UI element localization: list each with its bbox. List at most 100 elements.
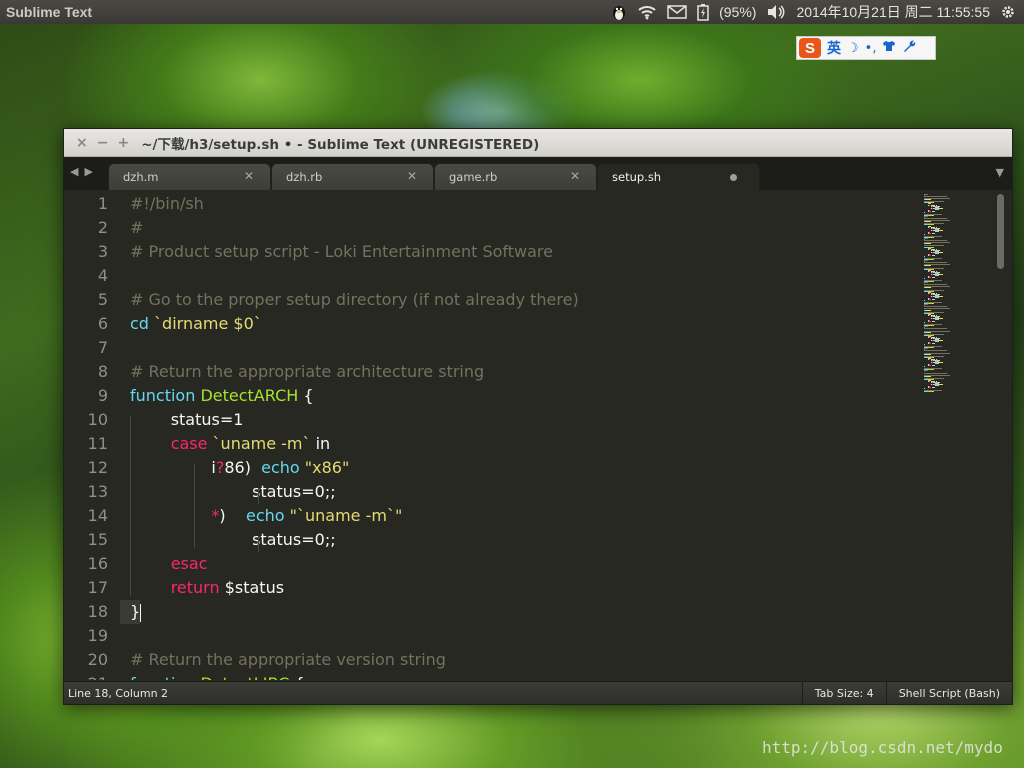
code-line[interactable]: # Return the appropriate architecture st… — [130, 360, 484, 384]
tab-setup-sh[interactable]: setup.sh — [597, 163, 760, 190]
line-number[interactable]: 1 — [64, 192, 108, 216]
window-titlebar[interactable]: × − + ~/下载/h3/setup.sh • - Sublime Text … — [64, 129, 1012, 157]
minimap-stroke — [930, 199, 932, 201]
tab-label: setup.sh — [612, 170, 662, 184]
code-line[interactable]: case `uname -m` in — [130, 432, 331, 456]
status-bar: Line 18, Column 2 Tab Size: 4 Shell Scri… — [64, 681, 1012, 704]
line-number-gutter[interactable]: 123456789101112131415161718192021 — [64, 190, 120, 680]
minimap-stroke — [933, 246, 934, 248]
volume-icon[interactable] — [766, 4, 786, 20]
code-line[interactable]: # Product setup script - Loki Entertainm… — [130, 240, 553, 264]
minimize-window-button[interactable]: − — [97, 135, 109, 151]
code-editor[interactable]: 123456789101112131415161718192021 #!/bin… — [64, 190, 1012, 680]
sogou-logo-icon[interactable]: S — [799, 38, 821, 58]
line-number[interactable]: 10 — [64, 408, 108, 432]
ime-language-toggle[interactable]: 英 — [827, 38, 841, 58]
tab-close-icon[interactable]: ✕ — [244, 169, 254, 183]
code-token: i — [130, 458, 216, 477]
line-number[interactable]: 8 — [64, 360, 108, 384]
minimap-stroke — [931, 299, 935, 300]
minimap-stroke — [934, 296, 940, 298]
line-number[interactable]: 17 — [64, 576, 108, 600]
line-number[interactable]: 16 — [64, 552, 108, 576]
line-number[interactable]: 13 — [64, 480, 108, 504]
close-window-button[interactable]: × — [76, 135, 88, 151]
shirt-icon[interactable] — [882, 40, 896, 56]
wifi-icon[interactable] — [637, 4, 657, 20]
line-number[interactable]: 11 — [64, 432, 108, 456]
tab-scroll-left-icon[interactable]: ◀ — [70, 165, 78, 178]
line-number[interactable]: 6 — [64, 312, 108, 336]
minimap-stroke — [933, 290, 934, 292]
minimap-stroke — [933, 259, 934, 261]
code-line[interactable]: status=0;; — [130, 528, 336, 552]
line-number[interactable]: 21 — [64, 672, 108, 680]
line-number[interactable]: 15 — [64, 528, 108, 552]
line-number[interactable]: 7 — [64, 336, 108, 360]
minimap-stroke — [931, 321, 935, 323]
code-line[interactable]: # Return the appropriate version string — [130, 648, 446, 672]
code-line[interactable]: status=1 — [130, 408, 244, 432]
indent-guide — [258, 536, 259, 552]
line-number[interactable]: 20 — [64, 648, 108, 672]
code-token: `uname -m` — [207, 434, 311, 453]
line-number[interactable]: 5 — [64, 288, 108, 312]
minimap-stroke — [933, 237, 934, 239]
line-number[interactable]: 14 — [64, 504, 108, 528]
line-number[interactable]: 4 — [64, 264, 108, 288]
moon-icon[interactable]: ☽ — [847, 41, 859, 56]
code-token: in — [310, 434, 331, 453]
punctuation-icon[interactable]: •, — [865, 41, 877, 56]
tab-bar: ◀ ▶ dzh.m ✕ dzh.rb ✕ game.rb ✕ setup.sh … — [64, 157, 1012, 190]
tab-scroll-right-icon[interactable]: ▶ — [84, 165, 92, 178]
minimap-stroke — [931, 232, 935, 234]
tab-dzh-m[interactable]: dzh.m ✕ — [108, 163, 271, 190]
code-token: { — [289, 674, 304, 680]
code-token: return — [170, 578, 220, 597]
line-number[interactable]: 2 — [64, 216, 108, 240]
code-token: # Go to the proper setup directory (if n… — [130, 290, 579, 309]
line-number[interactable]: 19 — [64, 624, 108, 648]
code-line[interactable]: function DetectARCH { — [130, 384, 314, 408]
battery-icon[interactable] — [697, 3, 709, 21]
tab-size-selector[interactable]: Tab Size: 4 — [801, 682, 886, 704]
minimap-stroke — [924, 300, 925, 302]
line-number[interactable]: 9 — [64, 384, 108, 408]
tab-close-icon[interactable]: ✕ — [407, 169, 417, 183]
code-line[interactable]: status=0;; — [130, 480, 336, 504]
code-line[interactable]: esac — [130, 552, 208, 576]
mail-icon[interactable] — [667, 5, 687, 19]
clock[interactable]: 2014年10月21日 周二 11:55:55 — [796, 2, 990, 22]
minimap[interactable] — [924, 190, 984, 400]
app-title[interactable]: Sublime Text — [6, 4, 92, 20]
code-line[interactable]: i?86) echo "x86" — [130, 456, 349, 480]
wrench-icon[interactable] — [902, 39, 916, 57]
minimap-stroke — [928, 347, 933, 349]
code-line[interactable]: # — [130, 216, 143, 240]
tab-game-rb[interactable]: game.rb ✕ — [434, 163, 597, 190]
line-number[interactable]: 18 — [64, 600, 108, 624]
minimap-stroke — [930, 287, 932, 289]
syntax-selector[interactable]: Shell Script (Bash) — [885, 682, 1012, 704]
code-token: cd — [130, 314, 155, 333]
code-line[interactable]: return $status — [130, 576, 284, 600]
code-line[interactable]: #!/bin/sh — [130, 192, 204, 216]
code-line[interactable]: # Go to the proper setup directory (if n… — [130, 288, 579, 312]
minimap-stroke — [933, 391, 934, 393]
tab-close-icon[interactable]: ✕ — [570, 169, 580, 183]
line-number[interactable]: 12 — [64, 456, 108, 480]
code-token: echo — [261, 458, 305, 477]
maximize-window-button[interactable]: + — [117, 135, 129, 151]
code-line[interactable]: cd `dirname $0` — [130, 312, 262, 336]
unsaved-dot-icon[interactable] — [730, 174, 737, 181]
line-number[interactable]: 3 — [64, 240, 108, 264]
tab-dropdown-icon[interactable]: ▼ — [996, 166, 1004, 179]
code-line[interactable]: *) echo "`uname -m`" — [130, 504, 402, 528]
code-line[interactable]: function DetectLIBC { — [130, 672, 305, 680]
tab-dzh-rb[interactable]: dzh.rb ✕ — [271, 163, 434, 190]
gear-icon[interactable] — [1000, 4, 1016, 20]
minimap-stroke — [934, 274, 940, 276]
code-line[interactable]: } — [130, 600, 142, 624]
penguin-icon[interactable] — [611, 3, 627, 21]
vertical-scrollbar[interactable] — [997, 194, 1004, 269]
